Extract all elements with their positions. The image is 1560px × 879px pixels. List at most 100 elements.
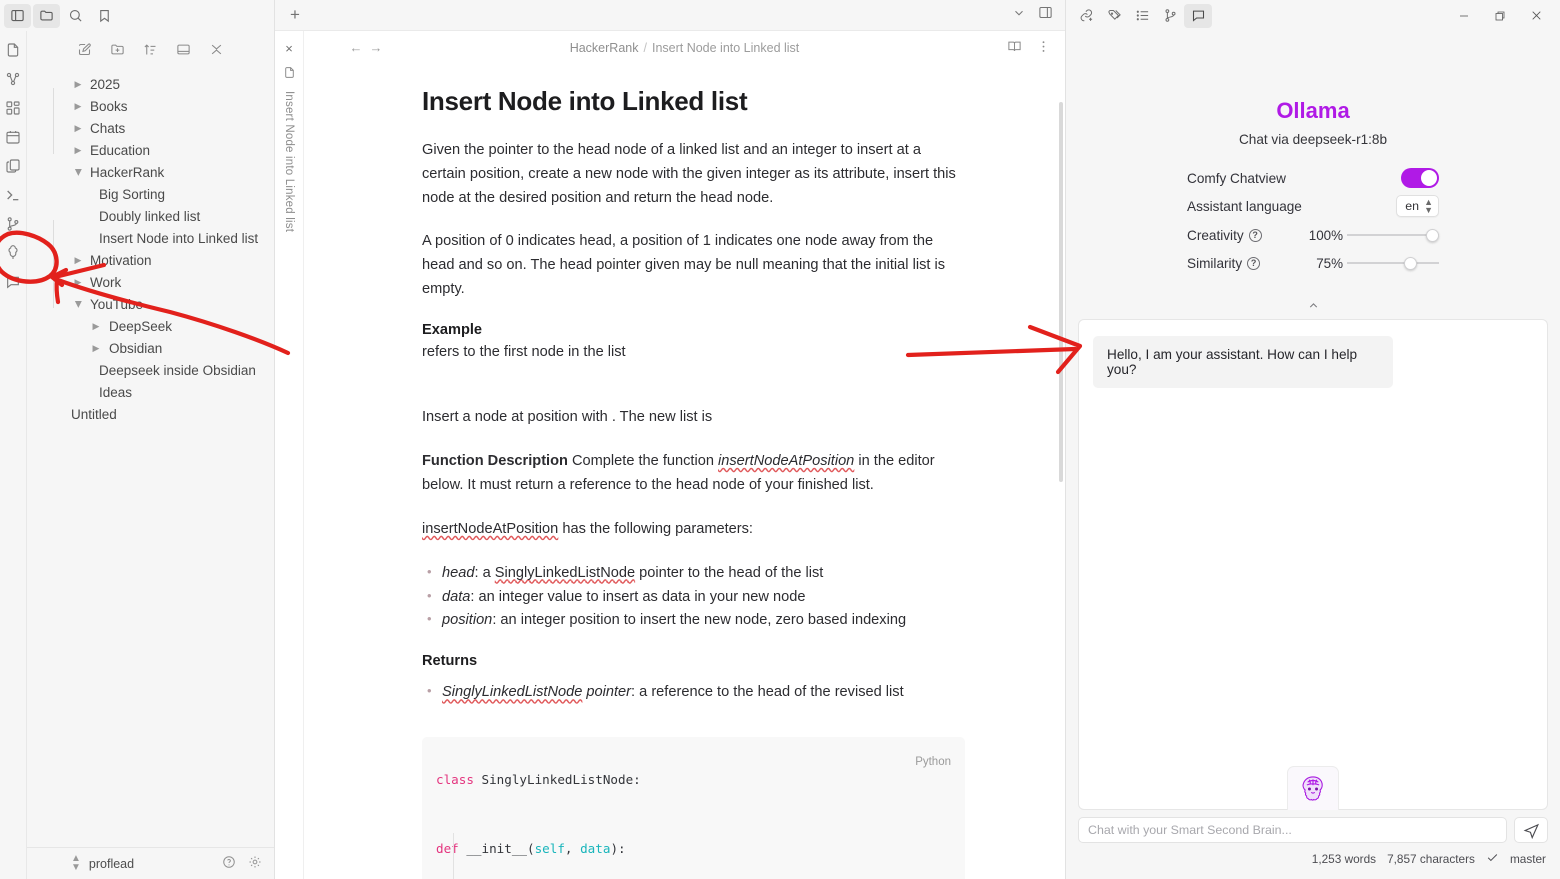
copy-files-icon[interactable] bbox=[4, 157, 22, 175]
tree-item-obsidian[interactable]: ▶ Obsidian bbox=[27, 337, 274, 359]
tree-item-2025[interactable]: ▶ 2025 bbox=[27, 73, 274, 95]
terminal-icon[interactable] bbox=[4, 186, 22, 204]
vault-switcher-icon[interactable]: ▲ ▼ bbox=[71, 854, 81, 872]
file-icon[interactable] bbox=[4, 41, 22, 59]
chevron-down-icon[interactable]: ▶ bbox=[72, 298, 84, 310]
tree-item-books[interactable]: ▶ Books bbox=[27, 95, 274, 117]
word-count: 1,253 words bbox=[1311, 852, 1377, 866]
list-item: data: an integer value to insert as data… bbox=[422, 585, 965, 610]
similarity-slider[interactable] bbox=[1347, 256, 1439, 270]
doc-paragraph-1: Given the pointer to the head node of a … bbox=[422, 142, 956, 206]
tree-item-insert-node-into-linked-list[interactable]: Insert Node into Linked list bbox=[27, 227, 274, 249]
sidebar-tab-bookmarks[interactable] bbox=[91, 4, 118, 28]
git-branch-icon[interactable] bbox=[1156, 4, 1184, 28]
slider-thumb[interactable] bbox=[1404, 256, 1417, 270]
tree-item-education[interactable]: ▶ Education bbox=[27, 139, 274, 161]
chevron-down-icon[interactable] bbox=[1012, 6, 1026, 25]
chevron-right-icon[interactable]: ▶ bbox=[72, 100, 84, 112]
document-scroll[interactable]: Insert Node into Linked list Given the p… bbox=[304, 64, 1065, 879]
new-note-icon[interactable] bbox=[77, 41, 93, 57]
chevron-right-icon[interactable]: ▶ bbox=[72, 78, 84, 90]
vertical-tab-title[interactable]: Insert Node into Linked list bbox=[283, 91, 295, 232]
chevron-right-icon[interactable]: ▶ bbox=[72, 122, 84, 134]
tags-icon[interactable] bbox=[1100, 4, 1128, 28]
main-editor-area: + × Insert Node into Linked list ← → Hac… bbox=[275, 0, 1065, 879]
chevron-right-icon[interactable]: ▶ bbox=[90, 320, 102, 332]
new-folder-icon[interactable] bbox=[110, 41, 126, 57]
tree-item-label: DeepSeek bbox=[109, 318, 173, 334]
returns-text: : a reference to the head of the revised… bbox=[631, 684, 904, 701]
sidebar-tab-search[interactable] bbox=[62, 4, 89, 28]
chat-input[interactable]: Chat with your Smart Second Brain... bbox=[1078, 817, 1507, 843]
toggle-sidebar-button[interactable] bbox=[4, 3, 31, 28]
gear-icon[interactable] bbox=[248, 855, 262, 872]
close-tab-button[interactable]: × bbox=[285, 42, 293, 55]
assistant-language-select[interactable]: en ▲ ▼ bbox=[1396, 194, 1439, 218]
chevron-right-icon[interactable]: ▶ bbox=[72, 254, 84, 266]
canvas-icon[interactable] bbox=[4, 99, 22, 117]
brain-icon[interactable] bbox=[4, 244, 22, 262]
help-icon[interactable] bbox=[222, 855, 236, 872]
chat-icon[interactable] bbox=[1184, 3, 1212, 28]
tree-item-doubly-linked-list[interactable]: Doubly linked list bbox=[27, 205, 274, 227]
sidebar-tab-files[interactable] bbox=[33, 3, 60, 28]
outline-icon[interactable] bbox=[1128, 4, 1156, 28]
chevron-right-icon[interactable]: ▶ bbox=[90, 342, 102, 354]
creativity-slider[interactable] bbox=[1347, 228, 1439, 242]
comfy-chatview-toggle[interactable] bbox=[1401, 168, 1439, 188]
tree-item-ideas[interactable]: Ideas bbox=[27, 381, 274, 403]
chevron-right-icon[interactable]: ▶ bbox=[72, 276, 84, 288]
calendar-icon[interactable] bbox=[4, 128, 22, 146]
document-header: ← → HackerRank / Insert Node into Linked l… bbox=[304, 31, 1065, 64]
tree-item-label: 2025 bbox=[90, 76, 121, 92]
function-description-label: Function Description bbox=[422, 453, 568, 470]
chat-icon[interactable] bbox=[4, 273, 22, 291]
tree-item-youtube[interactable]: ▶ YouTube bbox=[27, 293, 274, 315]
maximize-button[interactable] bbox=[1482, 1, 1518, 31]
chevron-right-icon[interactable]: ▶ bbox=[72, 144, 84, 156]
git-branch-label[interactable]: master bbox=[1510, 852, 1546, 866]
tree-item-chats[interactable]: ▶ Chats bbox=[27, 117, 274, 139]
tree-item-big-sorting[interactable]: Big Sorting bbox=[27, 183, 274, 205]
git-branch-icon[interactable] bbox=[4, 215, 22, 233]
chevron-down-icon[interactable]: ▶ bbox=[72, 166, 84, 178]
collapse-all-icon[interactable] bbox=[209, 41, 225, 57]
chevron-up-icon[interactable] bbox=[1078, 299, 1548, 313]
send-icon[interactable] bbox=[1514, 817, 1548, 843]
more-options-icon[interactable] bbox=[1036, 39, 1051, 57]
tree-item-label: Obsidian bbox=[109, 340, 163, 356]
chat-message-list[interactable]: Hello, I am your assistant. How can I he… bbox=[1078, 319, 1548, 810]
reading-view-icon[interactable] bbox=[1007, 39, 1022, 57]
code-language-label: Python bbox=[915, 756, 951, 769]
returns-type: SinglyLinkedListNode bbox=[442, 684, 583, 701]
back-button[interactable]: ← bbox=[346, 40, 366, 55]
chat-panel: Ollama Chat via deepseek-r1:8b Comfy Cha… bbox=[1066, 31, 1560, 879]
new-tab-button[interactable]: + bbox=[283, 4, 307, 26]
help-icon[interactable]: ? bbox=[1248, 228, 1262, 242]
tree-item-deepseek-inside-obsidian[interactable]: Deepseek inside Obsidian bbox=[27, 359, 274, 381]
breadcrumb-parent[interactable]: HackerRank bbox=[570, 41, 639, 55]
setting-similarity: Similarity ? 75% bbox=[1187, 249, 1439, 277]
tree-item-work[interactable]: ▶ Work bbox=[27, 271, 274, 293]
collapse-panel-icon[interactable] bbox=[176, 41, 192, 57]
link-plus-icon[interactable] bbox=[1072, 4, 1100, 28]
tree-item-untitled[interactable]: Untitled bbox=[27, 403, 274, 425]
graph-icon[interactable] bbox=[4, 70, 22, 88]
forward-button[interactable]: → bbox=[366, 40, 386, 55]
help-icon[interactable]: ? bbox=[1247, 256, 1261, 270]
close-button[interactable] bbox=[1518, 1, 1554, 31]
vertical-tab-strip: × Insert Node into Linked list bbox=[275, 31, 304, 879]
returns-italic: pointer bbox=[582, 684, 632, 701]
tree-item-deepseek[interactable]: ▶ DeepSeek bbox=[27, 315, 274, 337]
code-block[interactable]: Python class SinglyLinkedListNode: def _… bbox=[422, 737, 965, 879]
param-name: data bbox=[442, 588, 471, 605]
tree-item-hackerrank[interactable]: ▶ HackerRank bbox=[27, 161, 274, 183]
tree-item-motivation[interactable]: ▶ Motivation bbox=[27, 249, 274, 271]
slider-thumb[interactable] bbox=[1426, 228, 1439, 242]
sort-icon[interactable] bbox=[143, 41, 159, 57]
vertical-scrollbar[interactable] bbox=[1059, 102, 1063, 482]
split-right-icon[interactable] bbox=[1038, 5, 1053, 25]
slider-track bbox=[1347, 262, 1439, 264]
minimize-button[interactable] bbox=[1446, 1, 1482, 31]
tree-item-label: Ideas bbox=[99, 384, 133, 400]
